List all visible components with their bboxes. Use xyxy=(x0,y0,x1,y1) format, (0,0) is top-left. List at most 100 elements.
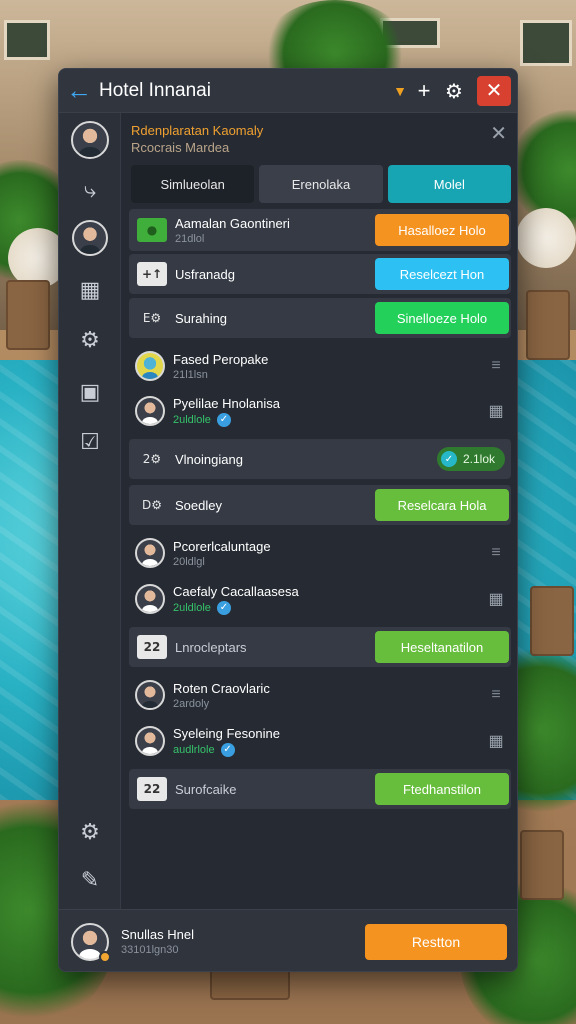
hasalloez-holo-button[interactable]: Hasalloez Holo xyxy=(375,214,509,246)
sinelloeze-holo-button[interactable]: Sinelloeze Holo xyxy=(375,302,509,334)
sidebar-item-share[interactable]: ⤷ xyxy=(69,169,111,211)
gear-icon: ⚙ xyxy=(80,327,100,353)
building-window xyxy=(520,20,572,66)
grid-icon[interactable]: ▦ xyxy=(481,589,511,609)
sidebar-item-chat[interactable]: ▣ xyxy=(69,371,111,413)
sidebar-item-checklist[interactable]: ☑ xyxy=(69,421,111,463)
person-icon: ● xyxy=(137,218,167,242)
person-name: Roten Craovlaric xyxy=(173,680,270,696)
list-item-text: Caefaly Cacallaasesa 2uldlole ✓ xyxy=(173,584,481,615)
avatar xyxy=(135,396,165,426)
list-item[interactable]: Caefaly Cacallaasesa 2uldlole ✓ ▦ xyxy=(129,577,511,621)
building-window xyxy=(4,20,50,60)
ftedhanstilon-button[interactable]: Ftedhanstilon xyxy=(375,773,509,805)
sidebar-item-preferences[interactable]: ⚙ xyxy=(69,811,111,853)
sidebar-item-profile[interactable] xyxy=(69,119,111,161)
menu-icon[interactable]: ≡ xyxy=(481,686,511,704)
list-item[interactable]: 22 Lnrocleptars Heseltanatilon xyxy=(129,627,511,667)
app-window: ← Hotel Innanai ▼ + ⚙ ✕ ⤷ ▦ ⚙ ▣ ☑ ⚙ ✎ Rd… xyxy=(58,68,518,972)
menu-icon[interactable]: ≡ xyxy=(481,544,511,562)
person-status-text: audlrlole xyxy=(173,743,215,756)
grid-icon[interactable]: ▦ xyxy=(481,731,511,751)
list-grid-icon: ▦ xyxy=(79,277,101,303)
tab-bar: Simlueolan Erenolaka Molel xyxy=(131,165,511,203)
list-item[interactable]: 2⚙ Vlnoingiang ✓ 2.1lok xyxy=(129,439,511,479)
tab-erenolaka[interactable]: Erenolaka xyxy=(259,165,383,203)
verified-icon: ✓ xyxy=(216,412,231,427)
footer-user-subtitle: 33101lgn30 xyxy=(121,944,179,956)
avatar xyxy=(135,680,165,710)
reselcezt-hon-button[interactable]: Reselcezt Hon xyxy=(375,258,509,290)
list-item[interactable]: D⚙ Soedley Reselcara Hola xyxy=(129,485,511,525)
list-item[interactable]: 22 Surofcaike Ftedhanstilon xyxy=(129,769,511,809)
list-item[interactable]: Roten Craovlaric 2ardoly ≡ xyxy=(129,673,511,717)
person-subtitle: 21l1lsn xyxy=(173,368,208,381)
list-item[interactable]: +↑ Usfranadg Reselcezt Hon xyxy=(129,254,511,294)
sidebar-item-contact[interactable] xyxy=(69,217,111,259)
reselcara-hola-button[interactable]: Reselcara Hola xyxy=(375,489,509,521)
list-item-title: Usfranadg xyxy=(175,266,235,282)
list-item[interactable]: Fased Peropake 21l1lsn ≡ xyxy=(129,345,511,387)
list-item[interactable]: E⚙ Surahing Sinelloeze Holo xyxy=(129,298,511,338)
tab-simlueolan[interactable]: Simlueolan xyxy=(131,165,255,203)
plus-icon[interactable]: + xyxy=(409,69,439,113)
list-item-title: Aamalan Gaontineri xyxy=(175,215,290,231)
person-status-text: 2uldlole xyxy=(173,413,211,426)
tool-icon: 2⚙ xyxy=(142,452,162,466)
calendar-icon: 22 xyxy=(137,635,167,659)
upload-icon: +↑ xyxy=(137,262,167,286)
close-icon[interactable]: ✕ xyxy=(490,121,507,146)
list-item-text: Syeleing Fesonine audlrlole ✓ xyxy=(173,726,481,757)
footer-user[interactable] xyxy=(71,922,111,963)
sun-lounger xyxy=(526,290,570,360)
banner-subtitle: Rcocrais Mardea xyxy=(131,140,230,155)
sidebar-item-user-edit[interactable]: ✎ xyxy=(69,859,111,901)
gear-icon[interactable]: ⚙ xyxy=(439,69,469,113)
close-icon[interactable]: ✕ xyxy=(477,75,511,106)
contact-avatar xyxy=(72,220,108,256)
sidebar: ⤷ ▦ ⚙ ▣ ☑ ⚙ ✎ xyxy=(59,113,121,909)
person-status: 2uldlole ✓ xyxy=(173,412,481,427)
sun-lounger xyxy=(530,586,574,656)
sidebar-item-settings[interactable]: ⚙ xyxy=(69,319,111,361)
avatar xyxy=(135,584,165,614)
status-pill[interactable]: ✓ 2.1lok xyxy=(436,447,505,471)
sidebar-item-list[interactable]: ▦ xyxy=(69,269,111,311)
person-name: Pyelilae Hnolanisa xyxy=(173,395,280,411)
list-item[interactable]: Pcorerlcaluntage 20ldlgl ≡ xyxy=(129,531,511,575)
profile-avatar xyxy=(71,121,109,159)
avatar xyxy=(135,351,165,381)
list-item-text: Roten Craovlaric 2ardoly xyxy=(173,681,481,710)
list-item-subtitle: 21dlol xyxy=(175,232,205,245)
chevron-down-icon[interactable]: ▼ xyxy=(391,69,409,113)
user-edit-icon: ✎ xyxy=(80,867,100,893)
verified-icon: ✓ xyxy=(216,600,231,615)
notification-banner: Rdenplaratan Kaomaly Rcocrais Mardea ✕ xyxy=(121,113,517,163)
chat-icon: ▣ xyxy=(79,379,101,405)
person-name: Pcorerlcaluntage xyxy=(173,538,271,554)
menu-icon[interactable]: ≡ xyxy=(481,357,511,375)
app-title: Hotel Innanai xyxy=(99,79,211,101)
status-badge xyxy=(99,950,111,963)
grid-icon[interactable]: ▦ xyxy=(481,401,511,421)
restton-button[interactable]: Restton xyxy=(365,923,507,960)
tab-molel[interactable]: Molel xyxy=(387,165,511,203)
list-item[interactable]: ● Aamalan Gaontineri 21dlol Hasalloez Ho… xyxy=(129,209,511,251)
footer-user-name: Snullas Hnel xyxy=(121,927,194,942)
list-item[interactable]: Pyelilae Hnolanisa 2uldlole ✓ ▦ xyxy=(129,389,511,433)
person-name: Syeleing Fesonine xyxy=(173,725,280,741)
avatar xyxy=(135,726,165,756)
arrow-left-icon[interactable]: ← xyxy=(59,69,99,113)
list-item-text: Pyelilae Hnolanisa 2uldlole ✓ xyxy=(173,396,481,427)
tool-icon: D⚙ xyxy=(142,498,162,512)
settings-gear-icon: ⚙ xyxy=(80,819,100,845)
tool-icon: E⚙ xyxy=(142,311,162,325)
list-item-text: Fased Peropake 21l1lsn xyxy=(173,352,481,381)
footer-text: Snullas Hnel 33101lgn30 xyxy=(121,927,365,956)
list-item-title: Surahing xyxy=(175,310,228,326)
avatar xyxy=(135,538,165,568)
main-content: Rdenplaratan Kaomaly Rcocrais Mardea ✕ S… xyxy=(121,113,517,909)
list-item-text: Aamalan Gaontineri 21dlol xyxy=(175,216,375,245)
heseltanatilon-button[interactable]: Heseltanatilon xyxy=(375,631,509,663)
list-item[interactable]: Syeleing Fesonine audlrlole ✓ ▦ xyxy=(129,719,511,763)
